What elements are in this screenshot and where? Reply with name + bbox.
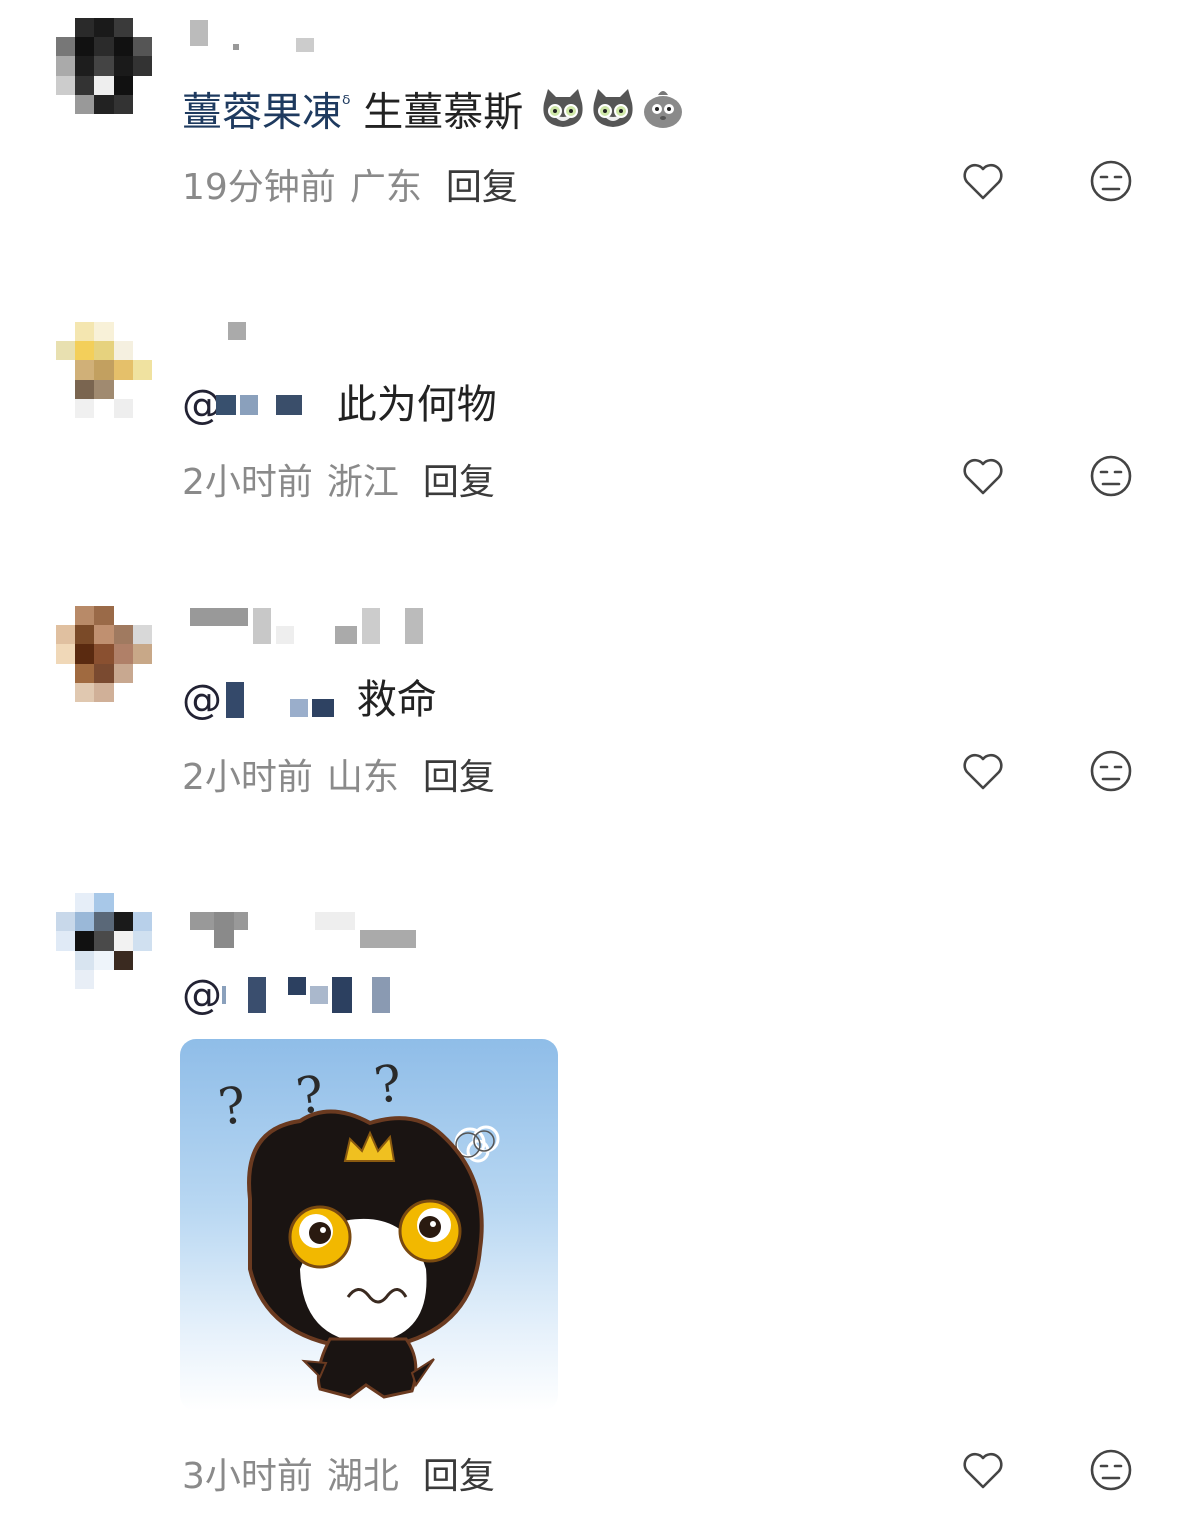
timestamp: 2小时前 xyxy=(182,462,313,503)
comment-body: 救命 xyxy=(356,677,437,723)
comment-meta: 3小时前 湖北 回复 xyxy=(182,1447,495,1499)
cat-illustration xyxy=(247,1109,500,1399)
meh-face-icon[interactable] xyxy=(1088,748,1134,794)
redacted-block xyxy=(310,986,328,1004)
redacted-block xyxy=(222,986,226,1004)
redacted-block xyxy=(276,395,302,415)
timestamp: 19分钟前 xyxy=(182,167,336,208)
mention-link[interactable]: @ xyxy=(182,675,338,725)
comment-meta: 19分钟前 广东 回复 xyxy=(182,158,518,210)
meh-face-icon[interactable] xyxy=(1088,1447,1134,1493)
meh-face-icon[interactable] xyxy=(1088,158,1134,204)
timestamp: 3小时前 xyxy=(182,1456,313,1497)
comment-body: 生薑慕斯 xyxy=(363,89,524,136)
mention-link[interactable]: @ xyxy=(182,970,394,1020)
redacted-block xyxy=(312,699,334,717)
comment-meta: 2小时前 山东 回复 xyxy=(182,748,495,800)
cat-glasses-emoji xyxy=(593,89,633,128)
username-redacted[interactable] xyxy=(190,322,246,358)
ip-region: 浙江 xyxy=(326,462,399,503)
ip-region: 湖北 xyxy=(326,1456,399,1497)
at-sign: @ xyxy=(182,677,222,723)
heart-outline-icon[interactable] xyxy=(960,158,1006,204)
comment-text: @ xyxy=(182,970,394,1020)
redacted-block xyxy=(240,395,258,415)
ip-region: 山东 xyxy=(326,757,399,798)
meh-face-icon[interactable] xyxy=(1088,453,1134,499)
redacted-block xyxy=(216,395,236,415)
reply-button[interactable]: 回复 xyxy=(423,1456,495,1497)
reply-button[interactable]: 回复 xyxy=(423,757,495,798)
comment-text: @ 此为何物 xyxy=(182,380,497,430)
at-sign: @ xyxy=(182,972,222,1018)
comment-meta: 2小时前 浙江 回复 xyxy=(182,453,495,505)
timestamp: 2小时前 xyxy=(182,757,313,798)
heart-outline-icon[interactable] xyxy=(960,748,1006,794)
heart-outline-icon[interactable] xyxy=(960,453,1006,499)
redacted-block xyxy=(372,977,390,1013)
redacted-block xyxy=(248,977,266,1013)
avatar[interactable] xyxy=(56,322,152,418)
avatar[interactable] xyxy=(56,893,152,989)
comment-body: 此为何物 xyxy=(336,382,497,428)
username-redacted[interactable] xyxy=(190,912,417,948)
comment-text: 薑蓉果凍ᵟ 生薑慕斯 xyxy=(182,80,686,137)
redacted-block xyxy=(290,699,308,717)
mention-link[interactable]: @ xyxy=(182,380,306,430)
avatar[interactable] xyxy=(56,18,152,114)
username-redacted[interactable] xyxy=(190,20,315,56)
cat-glasses-emoji xyxy=(543,89,583,128)
reply-button[interactable]: 回复 xyxy=(423,462,495,503)
confused-black-cat-sticker[interactable]: ? ? ? xyxy=(180,1039,558,1411)
username-redacted[interactable] xyxy=(190,608,424,644)
heart-outline-icon[interactable] xyxy=(960,1447,1006,1493)
reply-button[interactable]: 回复 xyxy=(446,167,518,208)
redacted-block xyxy=(226,682,244,718)
comment-text: @ 救命 xyxy=(182,675,437,725)
search-mark-icon[interactable]: ᵟ xyxy=(342,92,350,117)
ip-region: 广东 xyxy=(349,167,422,208)
gray-bird-emoji xyxy=(643,91,682,129)
avatar[interactable] xyxy=(56,606,152,702)
redacted-block xyxy=(332,977,352,1013)
redacted-block xyxy=(288,977,306,995)
highlight-link[interactable]: 薑蓉果凍 xyxy=(182,89,342,135)
